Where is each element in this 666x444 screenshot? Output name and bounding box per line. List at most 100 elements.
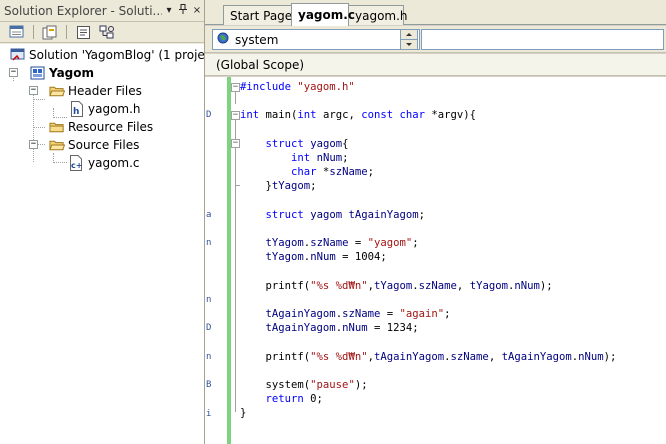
code-token: tAgainYagom [348, 208, 419, 221]
code-token: { [342, 137, 349, 150]
tree-item-project[interactable]: Yagom [30, 64, 94, 82]
code-line[interactable]: #include "yagom.h" [240, 80, 616, 94]
navigation-bar: system [205, 26, 666, 53]
code-token: szName [310, 237, 349, 250]
collapse-toggle-icon[interactable]: − [29, 140, 38, 149]
indicator-mark: i [206, 408, 212, 419]
code-line[interactable]: } [240, 406, 616, 420]
code-token: = [380, 308, 400, 320]
code-line[interactable]: printf("%s %d₩n",tYagom.szName, tYagom.n… [240, 279, 616, 293]
code-line[interactable]: return 0; [240, 392, 616, 406]
combo-spinner-icon[interactable] [400, 29, 418, 50]
code-token: = 1234; [367, 322, 419, 335]
code-token: ); [603, 350, 617, 363]
pin-icon[interactable] [176, 4, 190, 17]
collapse-toggle-icon[interactable]: − [29, 86, 38, 95]
code-token: ; [342, 151, 349, 164]
outline-collapse-icon[interactable]: − [231, 83, 240, 92]
code-token: nNum [342, 322, 368, 335]
tab-yagom-c[interactable]: yagom.c [291, 3, 355, 26]
code-line[interactable]: struct yagom{ [240, 137, 616, 151]
code-line[interactable] [240, 123, 616, 137]
code-line[interactable] [240, 194, 616, 208]
outline-collapse-icon[interactable]: − [231, 139, 240, 148]
member-dropdown[interactable] [421, 29, 664, 50]
header-file-icon: h [69, 101, 85, 117]
close-icon[interactable]: × [190, 5, 204, 16]
code-line[interactable]: tYagom.nNum = 1004; [240, 250, 616, 264]
indicator-mark: a [206, 209, 212, 220]
tree-item-folder[interactable]: Resource Files [49, 118, 153, 136]
global-scope-bar[interactable]: (Global Scope) [205, 54, 666, 76]
code-token: tYagom [265, 251, 304, 264]
window-position-dropdown-icon[interactable]: ▾ [162, 5, 176, 16]
code-line[interactable] [240, 335, 616, 349]
code-line[interactable] [240, 94, 616, 108]
code-token: main( [259, 109, 298, 122]
tab-yagom-h[interactable]: yagom.h [348, 5, 408, 25]
code-line[interactable]: printf("%s %d₩n",tAgainYagom.szName, tAg… [240, 350, 617, 364]
code-token: nNum [578, 350, 604, 363]
code-token: "%s %d₩n" [310, 279, 368, 292]
c-source-file-icon: c+ [69, 155, 85, 171]
code-token: szName [329, 166, 368, 179]
code-line[interactable]: system("pause"); [240, 378, 616, 392]
tree-line [33, 99, 45, 100]
code-token: argc, [316, 109, 362, 122]
code-token: } [240, 407, 247, 420]
code-line[interactable] [240, 293, 616, 307]
code-token: tAgainYagom [265, 322, 336, 335]
code-line[interactable]: tAgainYagom.szName = "again"; [240, 307, 616, 321]
indicator-mark: B [206, 380, 212, 391]
collapse-toggle-icon[interactable]: − [9, 68, 18, 77]
show-all-files-icon[interactable] [39, 23, 61, 41]
tree-item-file[interactable]: h yagom.h [69, 100, 141, 118]
code-line[interactable] [240, 264, 616, 278]
global-scope-label: (Global Scope) [216, 57, 305, 72]
tree-item-solution[interactable]: Solution 'YagomBlog' (1 project) [10, 46, 204, 64]
code-line[interactable]: int nNum; [240, 151, 616, 165]
tab-label: yagom.h [355, 8, 408, 23]
indicator-mark: n [206, 238, 212, 249]
code-line[interactable]: char *szName; [240, 165, 616, 179]
code-token: tAgainYagom [265, 308, 336, 320]
code-token: nNum [316, 151, 343, 164]
code-token: "pause" [310, 378, 355, 391]
code-line[interactable]: int main(int argc, const char *argv){ [240, 108, 616, 122]
code-token: "%s %d₩n" [310, 350, 368, 363]
folder-icon [49, 119, 65, 135]
code-token: int [240, 109, 260, 122]
code-token: ); [354, 378, 368, 391]
code-line[interactable]: tAgainYagom.nNum = 1234; [240, 321, 616, 335]
class-diagram-icon[interactable] [96, 23, 118, 41]
code-token: "yagom" [367, 237, 413, 250]
code-text[interactable]: #include "yagom.h" int main(int argc, co… [240, 80, 616, 421]
code-line[interactable]: }tYagom; [240, 179, 616, 193]
tree-item-folder[interactable]: Header Files [49, 82, 142, 100]
tree-item-label: yagom.h [88, 102, 141, 116]
indicator-mark: n [206, 351, 212, 362]
properties-icon[interactable] [6, 23, 28, 41]
code-token: char [399, 109, 426, 122]
toolbar-separator [33, 25, 34, 39]
code-editor[interactable]: Da n n Dn Bi − − − #include "yagom.h" int ma… [205, 77, 666, 444]
code-line[interactable]: tYagom.szName = "yagom"; [240, 236, 616, 250]
code-line[interactable] [240, 222, 616, 236]
code-token: ; [444, 308, 451, 320]
tree-item-folder[interactable]: Source Files [49, 136, 139, 154]
outline-collapse-icon[interactable]: − [231, 111, 240, 120]
view-code-icon[interactable] [72, 23, 94, 41]
code-line[interactable] [240, 364, 616, 378]
open-folder-icon [49, 83, 65, 99]
code-token: struct [265, 208, 304, 221]
scope-dropdown[interactable]: system [212, 29, 420, 50]
code-token: nNum [310, 251, 336, 264]
code-token: ; [310, 180, 317, 193]
tree-item-file[interactable]: c+ yagom.c [69, 154, 140, 172]
code-token: 0; [303, 393, 323, 406]
code-line[interactable]: struct yagom tAgainYagom; [240, 208, 616, 222]
code-token: szName [418, 279, 457, 292]
